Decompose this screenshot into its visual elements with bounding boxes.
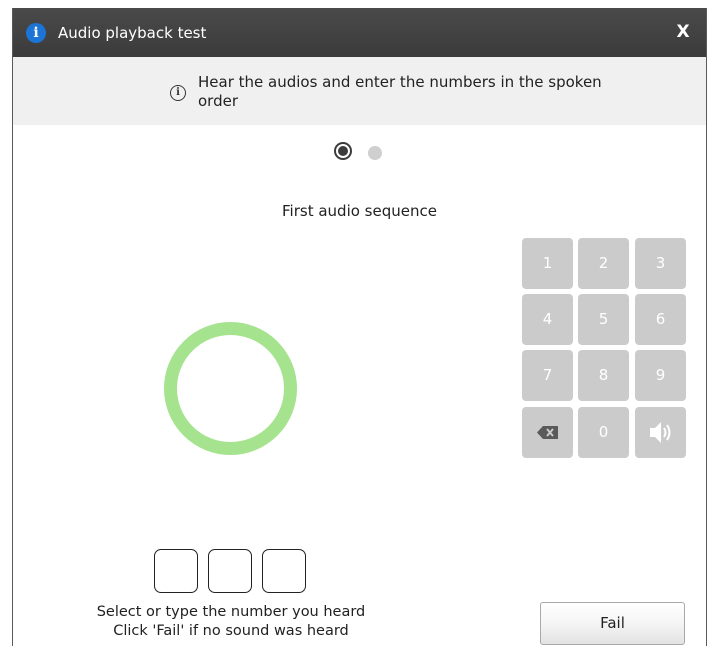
instruction-line-2: Click 'Fail' if no sound was heard — [113, 623, 349, 639]
speaker-icon — [649, 422, 670, 443]
info-circle-icon: i — [170, 85, 186, 101]
key-9[interactable]: 9 — [635, 350, 686, 401]
key-5[interactable]: 5 — [578, 294, 629, 345]
step-indicator-2 — [368, 146, 382, 160]
backspace-key[interactable] — [522, 407, 573, 458]
info-banner: i Hear the audios and enter the numbers … — [13, 57, 706, 125]
key-0[interactable]: 0 — [578, 407, 629, 458]
key-8[interactable]: 8 — [578, 350, 629, 401]
speaker-key[interactable] — [635, 407, 686, 458]
info-text: Hear the audios and enter the numbers in… — [198, 73, 602, 110]
title-bar: i Audio playback test X — [13, 8, 706, 57]
info-icon: i — [26, 23, 46, 43]
backspace-icon — [536, 426, 558, 439]
digit-box-1[interactable] — [154, 549, 198, 593]
audio-test-dialog: i Audio playback test X i Hear the audio… — [12, 8, 707, 646]
sequence-label: First audio sequence — [282, 202, 437, 220]
digit-box-3[interactable] — [262, 549, 306, 593]
window-title: Audio playback test — [58, 24, 207, 42]
key-1[interactable]: 1 — [522, 238, 573, 289]
instructions: Select or type the number you heard Clic… — [81, 603, 381, 641]
key-6[interactable]: 6 — [635, 294, 686, 345]
digit-box-2[interactable] — [208, 549, 252, 593]
key-7[interactable]: 7 — [522, 350, 573, 401]
step-indicator-1 — [334, 142, 352, 160]
playback-ring — [164, 322, 297, 455]
key-2[interactable]: 2 — [578, 238, 629, 289]
key-3[interactable]: 3 — [635, 238, 686, 289]
instruction-line-1: Select or type the number you heard — [96, 604, 366, 620]
fail-button[interactable]: Fail — [540, 602, 685, 645]
close-button[interactable]: X — [673, 21, 693, 43]
key-4[interactable]: 4 — [522, 294, 573, 345]
